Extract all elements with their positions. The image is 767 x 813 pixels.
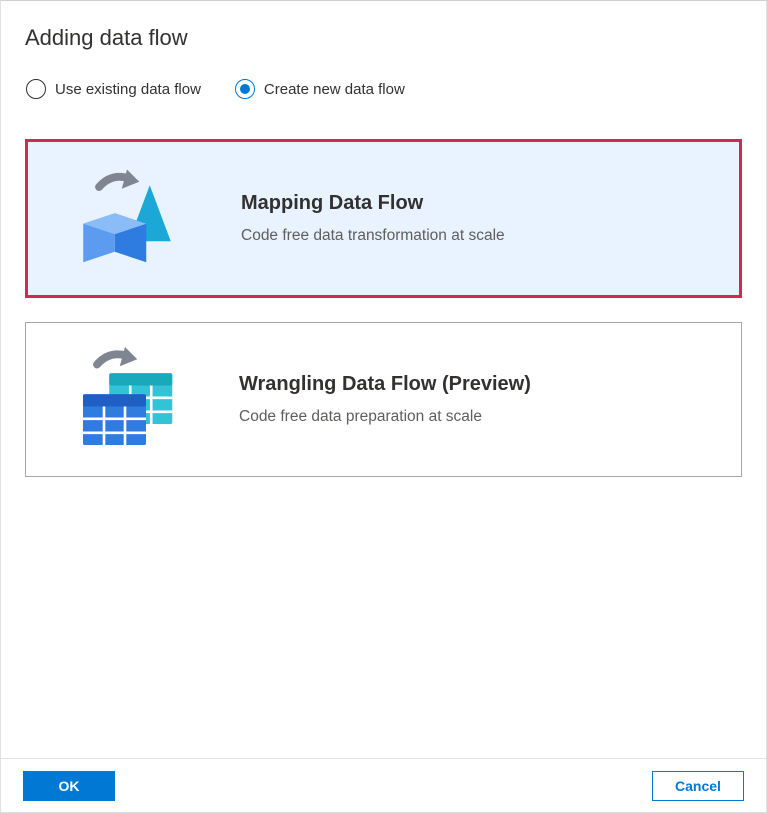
adding-data-flow-dialog: Adding data flow Use existing data flow … [0,0,767,813]
radio-label: Use existing data flow [55,81,201,98]
data-flow-source-radio-group: Use existing data flow Create new data f… [26,79,742,99]
mapping-data-flow-icon [78,166,183,271]
flow-type-cards: Mapping Data Flow Code free data transfo… [25,139,742,477]
dialog-footer: OK Cancel [1,758,766,812]
cancel-button[interactable]: Cancel [652,771,744,801]
card-text: Wrangling Data Flow (Preview) Code free … [239,373,531,426]
wrangling-data-flow-icon [76,347,181,452]
radio-unchecked-icon [26,79,46,99]
radio-create-new[interactable]: Create new data flow [235,79,405,99]
dialog-title: Adding data flow [25,25,742,51]
card-wrangling-data-flow[interactable]: Wrangling Data Flow (Preview) Code free … [25,322,742,477]
dialog-content: Adding data flow Use existing data flow … [1,1,766,758]
card-title: Wrangling Data Flow (Preview) [239,373,531,396]
card-title: Mapping Data Flow [241,192,505,215]
card-text: Mapping Data Flow Code free data transfo… [241,192,505,245]
radio-use-existing[interactable]: Use existing data flow [26,79,201,99]
card-description: Code free data transformation at scale [241,227,505,245]
card-mapping-data-flow[interactable]: Mapping Data Flow Code free data transfo… [25,139,742,298]
card-description: Code free data preparation at scale [239,408,531,426]
radio-checked-icon [235,79,255,99]
radio-label: Create new data flow [264,81,405,98]
ok-button[interactable]: OK [23,771,115,801]
